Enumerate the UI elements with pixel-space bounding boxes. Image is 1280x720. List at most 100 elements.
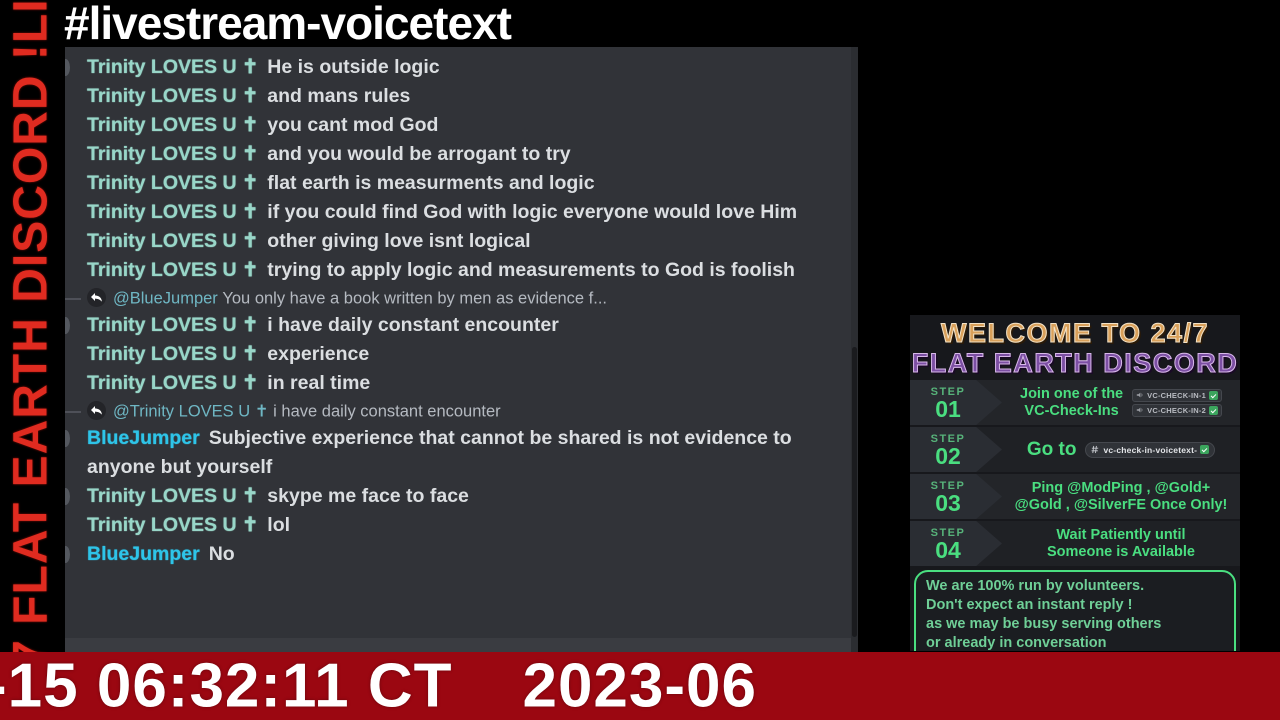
message-text: if you could find God with logic everyon… xyxy=(267,201,798,223)
message-author[interactable]: BlueJumper xyxy=(87,427,200,449)
check-icon xyxy=(1208,405,1218,415)
message-text: No xyxy=(208,543,235,565)
text-channel-badge[interactable]: vc-check-in-voicetext- xyxy=(1085,441,1216,458)
channel-name: vc-check-in-voicetext- xyxy=(1103,444,1198,455)
step-text-line1: Join one of the xyxy=(1020,385,1124,402)
chat-message: BlueJumper No xyxy=(65,540,858,569)
reply-spine xyxy=(65,298,81,300)
step-body: Go to vc-check-in-voicetext- xyxy=(1002,439,1240,460)
step-text: Join one of the VC-Check-Ins xyxy=(1020,386,1123,420)
avatar xyxy=(65,546,70,563)
chat-scrollbar[interactable] xyxy=(851,47,858,652)
message-author[interactable]: Trinity LOVES U ✝ xyxy=(87,114,258,136)
reply-spine xyxy=(65,411,81,413)
chat-message: Trinity LOVES U ✝ and mans rules xyxy=(65,82,858,111)
chat-scrollbar-thumb[interactable] xyxy=(852,347,857,637)
step-number: 03 xyxy=(935,489,961,516)
bottom-ticker-bar: -15 06:32:11 CT 2023-06 xyxy=(0,652,1280,720)
reply-arrow-icon xyxy=(87,401,106,421)
ticker-right-text: 2023-06 xyxy=(522,652,758,720)
message-text: you cant mod God xyxy=(267,114,439,136)
chat-message: Trinity LOVES U ✝ i have daily constant e… xyxy=(65,311,858,340)
left-vertical-banner: 24/7 FLAT EARTH DISCORD !LIVE! xyxy=(0,0,62,652)
step-number: 02 xyxy=(935,442,961,469)
message-text: lol xyxy=(267,514,291,536)
channel-badge-list: VC-CHECK-IN-1 VC-CHECK-IN-2 xyxy=(1132,388,1222,417)
step-body: Join one of the VC-Check-Ins VC-CHECK-IN… xyxy=(1002,386,1240,420)
message-author[interactable]: Trinity LOVES U ✝ xyxy=(87,85,258,107)
left-banner-text: 24/7 FLAT EARTH DISCORD !LIVE! xyxy=(4,0,58,652)
speaker-icon xyxy=(1136,407,1143,413)
message-text: trying to apply logic and measurements t… xyxy=(267,259,795,281)
message-author[interactable]: Trinity LOVES U ✝ xyxy=(87,514,258,536)
channel-name: VC-CHECK-IN-1 xyxy=(1147,390,1206,400)
avatar xyxy=(65,488,70,505)
voice-channel-badge[interactable]: VC-CHECK-IN-1 xyxy=(1132,388,1222,402)
reply-arrow-icon xyxy=(87,288,106,308)
chat-bottom-strip xyxy=(65,638,858,652)
welcome-heading-line2: FLAT EARTH DISCORD xyxy=(911,348,1239,379)
reply-quote[interactable]: @Trinity LOVES U ✝ i have daily constant… xyxy=(65,398,858,424)
volunteer-line-1: We are 100% run by volunteers. xyxy=(926,578,1145,594)
message-author[interactable]: Trinity LOVES U ✝ xyxy=(87,259,258,281)
message-author[interactable]: Trinity LOVES U ✝ xyxy=(87,143,258,165)
step-chip: STEP 01 xyxy=(910,380,1002,425)
step-text: Ping @ModPing , @Gold+ @Gold , @SilverFE… xyxy=(1015,480,1228,514)
message-text: other giving love isnt logical xyxy=(267,230,531,252)
chat-message: Trinity LOVES U ✝ if you could find God w… xyxy=(65,198,858,227)
step-chip: STEP 03 xyxy=(910,474,1002,519)
check-icon xyxy=(1208,390,1218,400)
message-author[interactable]: Trinity LOVES U ✝ xyxy=(87,230,258,252)
voice-channel-badge[interactable]: VC-CHECK-IN-2 xyxy=(1132,403,1222,417)
step-number: 04 xyxy=(935,536,961,563)
message-author[interactable]: Trinity LOVES U ✝ xyxy=(87,172,258,194)
message-text: flat earth is measurments and logic xyxy=(267,172,595,194)
message-text: experience xyxy=(267,343,370,365)
step-text: Go to xyxy=(1026,439,1077,460)
volunteer-notice: We are 100% run by volunteers. Don't exp… xyxy=(914,570,1236,651)
message-author[interactable]: BlueJumper xyxy=(87,543,200,565)
reply-text: i have daily constant encounter xyxy=(273,402,501,421)
step-text-line1: Wait Patiently until xyxy=(1056,526,1186,543)
step-text-line2: VC-Check-Ins xyxy=(1024,402,1119,419)
message-text: and mans rules xyxy=(267,85,411,107)
volunteer-line-3: as we may be busy serving others xyxy=(926,616,1162,632)
message-author[interactable]: Trinity LOVES U ✝ xyxy=(87,343,258,365)
reply-author[interactable]: @BlueJumper xyxy=(113,290,218,308)
reply-quote[interactable]: @BlueJumper You only have a book written… xyxy=(65,285,858,311)
channel-title: #livestream-voicetext xyxy=(64,0,512,49)
chat-message: Trinity LOVES U ✝ in real time xyxy=(65,369,858,398)
step-row-04: STEP 04 Wait Patiently until Someone is … xyxy=(910,521,1240,566)
step-row-02: STEP 02 Go to vc-check-in-voicetext- xyxy=(910,427,1240,472)
step-row-03: STEP 03 Ping @ModPing , @Gold+ @Gold , @… xyxy=(910,474,1240,519)
stream-overlay-stage: 24/7 FLAT EARTH DISCORD !LIVE! #livestre… xyxy=(0,0,1280,720)
step-text: Wait Patiently until Someone is Availabl… xyxy=(1047,527,1195,561)
reply-author[interactable]: @Trinity LOVES U ✝ xyxy=(113,403,269,421)
volunteer-line-2: Don't expect an instant reply ! xyxy=(926,597,1133,613)
avatar xyxy=(65,59,70,76)
step-chip: STEP 04 xyxy=(910,521,1002,566)
step-body: Ping @ModPing , @Gold+ @Gold , @SilverFE… xyxy=(1002,480,1240,514)
step-chip: STEP 02 xyxy=(910,427,1002,472)
chat-message: Trinity LOVES U ✝ skype me face to face xyxy=(65,482,858,511)
message-author[interactable]: Trinity LOVES U ✝ xyxy=(87,201,258,223)
chat-message: Trinity LOVES U ✝ and you would be arroga… xyxy=(65,140,858,169)
step-text-line2: @Gold , @SilverFE Once Only! xyxy=(1014,496,1228,513)
check-icon xyxy=(1200,445,1210,454)
welcome-heading: WELCOME TO 24/7 FLAT EARTH DISCORD xyxy=(910,315,1240,380)
welcome-info-panel: WELCOME TO 24/7 FLAT EARTH DISCORD STEP … xyxy=(910,315,1240,651)
message-author[interactable]: Trinity LOVES U ✝ xyxy=(87,56,258,78)
chat-message: Trinity LOVES U ✝ He is outside logic xyxy=(65,53,858,82)
message-text: in real time xyxy=(267,372,371,394)
chat-message: BlueJumper Subjective experience that can… xyxy=(65,424,858,482)
chat-message: Trinity LOVES U ✝ you cant mod God xyxy=(65,111,858,140)
message-author[interactable]: Trinity LOVES U ✝ xyxy=(87,314,258,336)
hash-icon xyxy=(1091,445,1099,454)
message-text: and you would be arrogant to try xyxy=(267,143,571,165)
message-text: He is outside logic xyxy=(267,56,440,78)
message-author[interactable]: Trinity LOVES U ✝ xyxy=(87,372,258,394)
step-row-01: STEP 01 Join one of the VC-Check-Ins VC-… xyxy=(910,380,1240,425)
volunteer-line-4: or already in conversation xyxy=(926,635,1107,651)
ticker-content: -15 06:32:11 CT 2023-06 xyxy=(0,652,757,720)
message-author[interactable]: Trinity LOVES U ✝ xyxy=(87,485,258,507)
